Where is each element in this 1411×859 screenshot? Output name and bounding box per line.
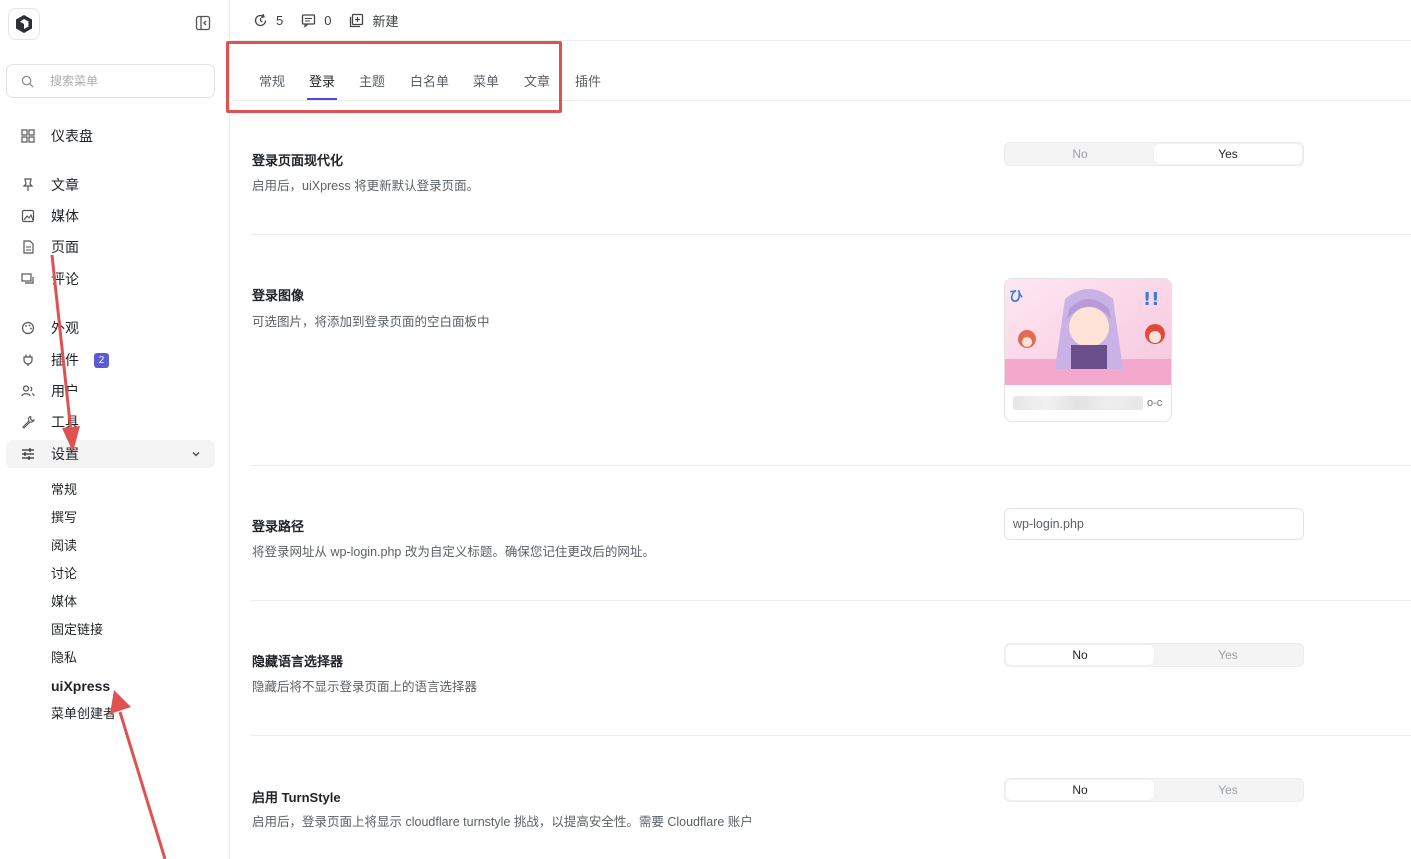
image-filename: o-c: [1013, 393, 1165, 413]
toggle-no-option[interactable]: No: [1006, 780, 1154, 800]
sidebar-item-users[interactable]: 用户: [6, 377, 215, 405]
settings-tabs: 常规 登录 主题 白名单 菜单 文章 插件: [231, 41, 1411, 101]
hide-language-title: 隐藏语言选择器: [252, 654, 344, 669]
tab-posts[interactable]: 文章: [524, 71, 550, 101]
new-label: 新建: [372, 13, 399, 29]
login-path-desc: 将登录网址从 wp-login.php 改为自定义标题。确保您记住更改后的网址。: [252, 545, 655, 559]
sidebar-item-label: 用户: [51, 383, 79, 399]
hide-language-toggle: No Yes: [1004, 643, 1304, 667]
submenu-writing[interactable]: 撰写: [51, 508, 77, 528]
sidebar-item-settings[interactable]: 设置: [6, 440, 215, 468]
tab-whitelist[interactable]: 白名单: [410, 71, 449, 101]
submenu-media[interactable]: 媒体: [51, 592, 77, 612]
updates-count: 5: [276, 12, 284, 28]
toggle-yes-option[interactable]: Yes: [1154, 144, 1302, 164]
sidebar-item-dashboard[interactable]: 仪表盘: [6, 122, 215, 150]
divider: [251, 234, 1411, 235]
toggle-yes-option[interactable]: Yes: [1154, 645, 1302, 665]
turnstyle-title: 启用 TurnStyle: [252, 790, 341, 805]
sidebar-item-appearance[interactable]: 外观: [6, 314, 215, 342]
sidebar-item-label: 设置: [51, 446, 79, 462]
sidebar: 仪表盘 文章 媒体 页面 评论 外观 插件 2: [0, 0, 230, 859]
modern-login-desc: 启用后，uiXpress 将更新默认登录页面。: [252, 179, 480, 193]
sidebar-item-label: 插件: [51, 352, 79, 368]
comments-button[interactable]: 0: [301, 13, 331, 28]
svg-text:ひ: ひ: [1009, 289, 1023, 305]
sidebar-item-posts[interactable]: 文章: [6, 171, 215, 199]
divider: [251, 600, 1411, 601]
sliders-icon: [20, 447, 35, 462]
logo-icon: [16, 15, 32, 33]
sidebar-item-label: 仪表盘: [51, 128, 93, 144]
sidebar-item-label: 工具: [51, 414, 79, 430]
plugin-icon: [20, 353, 35, 368]
comment-icon: [302, 13, 316, 28]
sidebar-item-pages[interactable]: 页面: [6, 233, 215, 261]
svg-text:!!: !!: [1143, 289, 1159, 310]
updates-button[interactable]: 5: [253, 13, 283, 28]
divider: [251, 735, 1411, 736]
sidebar-item-label: 文章: [51, 177, 79, 193]
submenu-discussion[interactable]: 讨论: [51, 564, 77, 584]
submenu-general[interactable]: 常规: [51, 480, 77, 500]
palette-icon: [20, 321, 35, 336]
submenu-permalinks[interactable]: 固定链接: [51, 620, 103, 640]
chevron-down-icon: [192, 452, 200, 457]
dashboard-icon: [20, 129, 35, 144]
comments-icon: [20, 272, 35, 287]
toggle-no-option[interactable]: No: [1006, 144, 1154, 164]
tab-plugins[interactable]: 插件: [575, 71, 601, 101]
login-path-title: 登录路径: [252, 519, 305, 534]
login-image-preview[interactable]: ひ !! o-c: [1004, 278, 1172, 422]
turnstyle-desc: 启用后，登录页面上将显示 cloudflare turnstyle 挑战，以提高…: [252, 815, 753, 829]
blurred-filename-mask: [1013, 396, 1143, 410]
add-square-icon: [350, 13, 364, 27]
app-logo[interactable]: [8, 8, 40, 40]
sidebar-item-tools[interactable]: 工具: [6, 408, 215, 436]
divider: [251, 465, 1411, 466]
sidebar-item-label: 评论: [51, 271, 79, 287]
plugins-update-badge: 2: [94, 352, 109, 368]
tab-general[interactable]: 常规: [259, 71, 285, 101]
menu-search[interactable]: [6, 64, 215, 98]
anime-illustration-image: ひ !!: [1005, 279, 1171, 385]
submenu-uixpress[interactable]: uiXpress: [51, 676, 110, 696]
tab-login[interactable]: 登录: [306, 71, 338, 101]
search-icon: [21, 75, 34, 88]
comments-count: 0: [324, 12, 332, 28]
sidebar-item-label: 媒体: [51, 208, 79, 224]
new-content-button[interactable]: 新建: [349, 11, 398, 30]
sidebar-item-media[interactable]: 媒体: [6, 202, 215, 230]
sidebar-item-label: 外观: [51, 320, 79, 336]
hide-language-desc: 隐藏后将不显示登录页面上的语言选择器: [252, 680, 478, 694]
sidebar-item-plugins[interactable]: 插件 2: [6, 346, 215, 374]
admin-topbar: 5 0 新建: [231, 0, 1411, 41]
modern-login-title: 登录页面现代化: [252, 153, 344, 168]
page-icon: [20, 240, 35, 255]
toggle-no-option[interactable]: No: [1006, 645, 1154, 665]
turnstyle-toggle: No Yes: [1004, 778, 1304, 802]
search-input[interactable]: [50, 74, 200, 88]
login-path-input[interactable]: [1004, 508, 1304, 540]
users-icon: [20, 384, 35, 399]
submenu-privacy[interactable]: 隐私: [51, 648, 77, 668]
modern-login-toggle: No Yes: [1004, 142, 1304, 166]
pin-icon: [20, 178, 35, 193]
sidebar-item-comments[interactable]: 评论: [6, 265, 215, 293]
login-image-desc: 可选图片，将添加到登录页面的空白面板中: [252, 315, 490, 329]
submenu-menu-creator[interactable]: 菜单创建者: [51, 704, 116, 724]
tab-menu[interactable]: 菜单: [473, 71, 499, 101]
sidebar-collapse-icon[interactable]: [195, 15, 211, 31]
login-image-title: 登录图像: [252, 288, 305, 303]
toggle-yes-option[interactable]: Yes: [1154, 780, 1302, 800]
update-icon: [254, 13, 267, 26]
media-icon: [20, 209, 35, 224]
submenu-reading[interactable]: 阅读: [51, 536, 77, 556]
wrench-icon: [20, 415, 35, 430]
sidebar-item-label: 页面: [51, 239, 79, 255]
tab-theme[interactable]: 主题: [359, 71, 385, 101]
